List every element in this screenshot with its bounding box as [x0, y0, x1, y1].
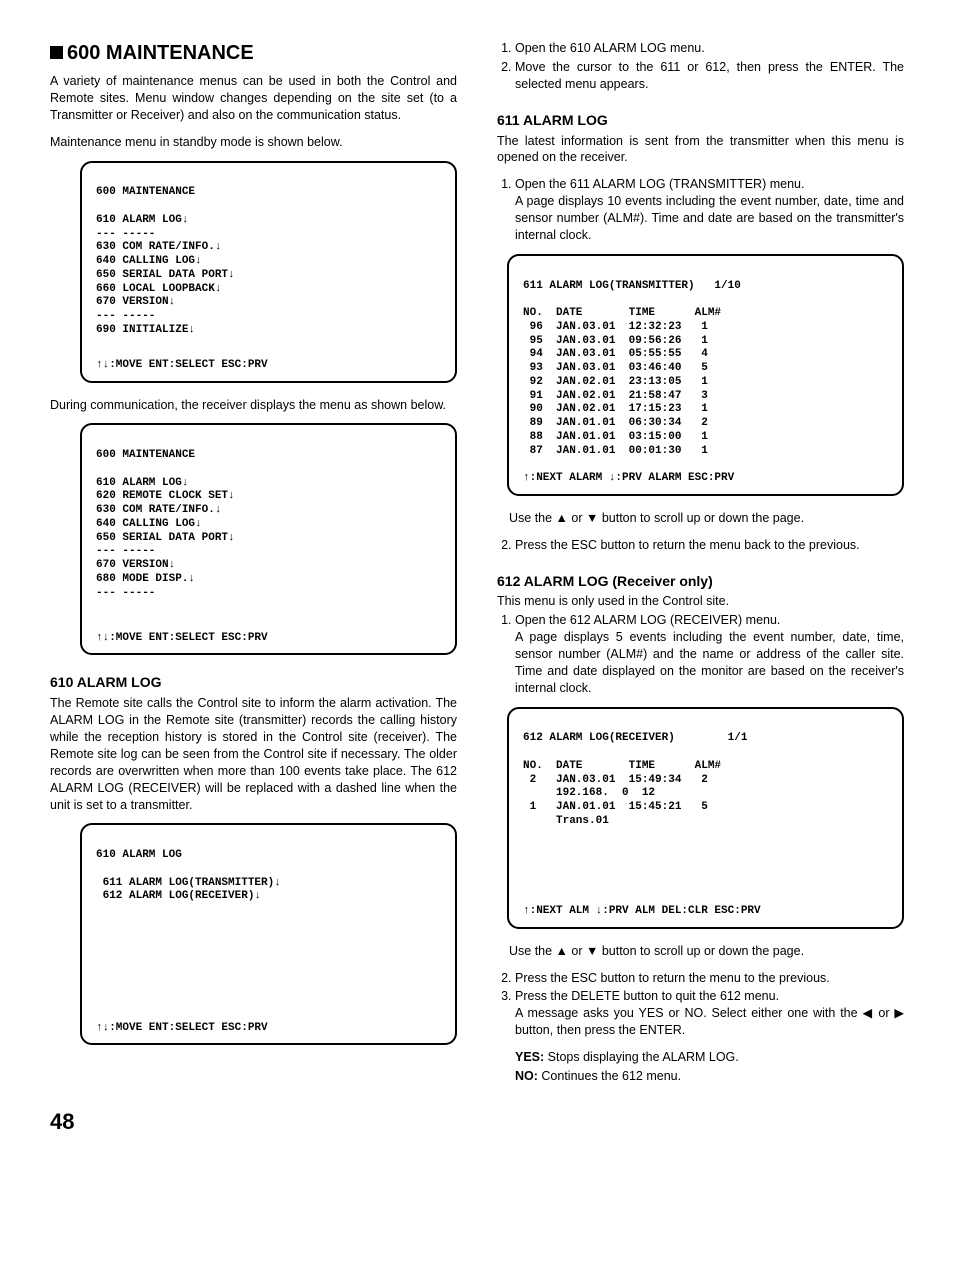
- steps-612: Open the 612 ALARM LOG (RECEIVER) menu. …: [497, 612, 904, 696]
- section-heading: 600 MAINTENANCE: [50, 40, 457, 67]
- steps-611b: Press the ESC button to return the menu …: [497, 537, 904, 554]
- step-611-1: Open the 611 ALARM LOG (TRANSMITTER) men…: [515, 176, 904, 244]
- steps-611: Open the 611 ALARM LOG (TRANSMITTER) men…: [497, 176, 904, 244]
- terminal-footer: ↑:NEXT ALM ↓:PRV ALM DEL:CLR ESC:PRV: [523, 905, 888, 919]
- intro-paragraph-1: A variety of maintenance menus can be us…: [50, 73, 457, 124]
- terminal-600-standby: 600 MAINTENANCE 610 ALARM LOG↓ --- -----…: [80, 161, 457, 383]
- page-number: 48: [50, 1107, 904, 1137]
- terminal-footer: ↑:NEXT ALARM ↓:PRV ALARM ESC:PRV: [523, 472, 888, 486]
- terminal-612: 612 ALARM LOG(RECEIVER) 1/1 NO. DATE TIM…: [507, 707, 904, 929]
- step-2: Move the cursor to the 611 or 612, then …: [515, 59, 904, 93]
- step-612-2: Press the ESC button to return the menu …: [515, 970, 904, 987]
- step-612-1: Open the 612 ALARM LOG (RECEIVER) menu. …: [515, 612, 904, 696]
- terminal-footer: ↑↓:MOVE ENT:SELECT ESC:PRV: [96, 1022, 441, 1036]
- paragraph-611: The latest information is sent from the …: [497, 133, 904, 167]
- step-612-3: Press the DELETE button to quit the 612 …: [515, 988, 904, 1039]
- terminal-611: 611 ALARM LOG(TRANSMITTER) 1/10 NO. DATE…: [507, 254, 904, 496]
- step-1: Open the 610 ALARM LOG menu.: [515, 40, 904, 57]
- subheading-610: 610 ALARM LOG: [50, 673, 457, 692]
- yes-text: Stops displaying the ALARM LOG.: [548, 1050, 739, 1064]
- intro-paragraph-3: During communication, the receiver displ…: [50, 397, 457, 414]
- subheading-612: 612 ALARM LOG (Receiver only): [497, 572, 904, 591]
- terminal-footer: ↑↓:MOVE ENT:SELECT ESC:PRV: [96, 359, 441, 373]
- yes-no-definitions: YES: Stops displaying the ALARM LOG. NO:…: [515, 1049, 904, 1085]
- steps-612b: Press the ESC button to return the menu …: [497, 970, 904, 1040]
- subheading-611: 611 ALARM LOG: [497, 111, 904, 130]
- paragraph-612-scroll: Use the ▲ or ▼ button to scroll up or do…: [509, 943, 904, 960]
- terminal-610: 610 ALARM LOG 611 ALARM LOG(TRANSMITTER)…: [80, 823, 457, 1045]
- intro-paragraph-2: Maintenance menu in standby mode is show…: [50, 134, 457, 151]
- step-611-2: Press the ESC button to return the menu …: [515, 537, 904, 554]
- paragraph-610: The Remote site calls the Control site t…: [50, 695, 457, 813]
- terminal-600-comm: 600 MAINTENANCE 610 ALARM LOG↓ 620 REMOT…: [80, 423, 457, 655]
- paragraph-611-scroll: Use the ▲ or ▼ button to scroll up or do…: [509, 510, 904, 527]
- paragraph-612a: This menu is only used in the Control si…: [497, 593, 904, 610]
- terminal-footer: ↑↓:MOVE ENT:SELECT ESC:PRV: [96, 632, 441, 646]
- no-text: Continues the 612 menu.: [541, 1069, 681, 1083]
- steps-610: Open the 610 ALARM LOG menu. Move the cu…: [497, 40, 904, 93]
